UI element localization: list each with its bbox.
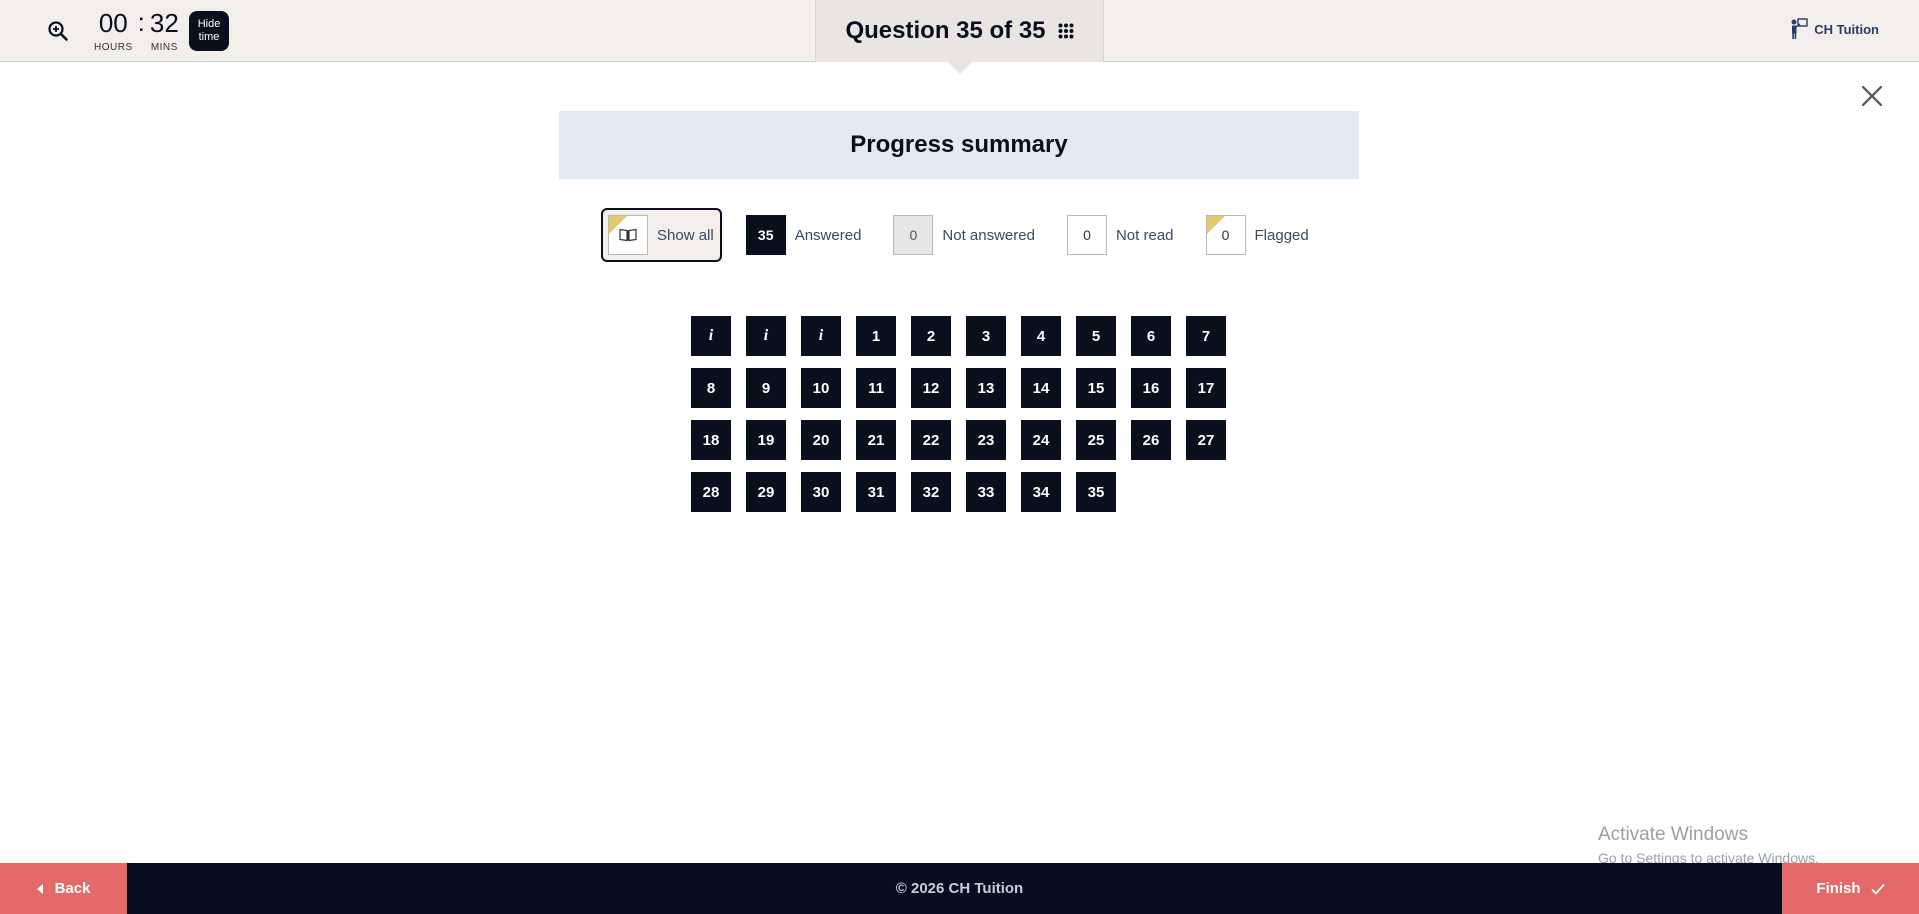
filter-flagged[interactable]: 0 Flagged bbox=[1205, 215, 1309, 255]
question-navigator-caret bbox=[948, 62, 972, 74]
question-tile-26[interactable]: 26 bbox=[1131, 420, 1171, 460]
teacher-icon bbox=[1791, 18, 1808, 39]
timer-mins-label: MINS bbox=[150, 42, 178, 53]
question-tile-27[interactable]: 27 bbox=[1186, 420, 1226, 460]
show-all-icon-box bbox=[608, 215, 648, 255]
timer-hours: 00 HOURS bbox=[94, 8, 133, 53]
flag-corner-icon bbox=[1206, 216, 1225, 234]
filter-not-read-label: Not read bbox=[1115, 226, 1174, 244]
question-tile-19[interactable]: 19 bbox=[746, 420, 786, 460]
back-arrow-icon bbox=[36, 883, 43, 894]
question-tile-2[interactable]: 2 bbox=[911, 316, 951, 356]
progress-filters: Show all 35 Answered 0 Not answered 0 No… bbox=[601, 208, 1341, 262]
question-tile-32[interactable]: 32 bbox=[911, 472, 951, 512]
question-counter: Question 35 of 35 bbox=[845, 17, 1046, 44]
question-tile-11[interactable]: 11 bbox=[856, 368, 896, 408]
question-tile-13[interactable]: 13 bbox=[966, 368, 1006, 408]
timer-mins: 32 MINS bbox=[150, 8, 179, 53]
question-tile-33[interactable]: 33 bbox=[966, 472, 1006, 512]
footer-bar: © 2026 CH Tuition Back Finish bbox=[0, 863, 1919, 914]
question-tile-9[interactable]: 9 bbox=[746, 368, 786, 408]
question-tile-8[interactable]: 8 bbox=[691, 368, 731, 408]
question-tile-7[interactable]: 7 bbox=[1186, 316, 1226, 356]
question-tile-34[interactable]: 34 bbox=[1021, 472, 1061, 512]
top-bar: 00 HOURS : 32 MINS Hide time Question 35… bbox=[0, 0, 1919, 62]
not-read-count: 0 bbox=[1066, 215, 1107, 255]
flagged-count-box: 0 bbox=[1205, 215, 1246, 255]
copyright-text: © 2026 CH Tuition bbox=[895, 880, 1024, 897]
close-icon[interactable] bbox=[1860, 84, 1884, 108]
filter-answered[interactable]: 35 Answered bbox=[745, 215, 862, 255]
info-page-tile[interactable]: i bbox=[801, 316, 841, 356]
question-tile-29[interactable]: 29 bbox=[746, 472, 786, 512]
answered-count: 35 bbox=[745, 215, 786, 255]
question-tile-4[interactable]: 4 bbox=[1021, 316, 1061, 356]
info-page-tile[interactable]: i bbox=[691, 316, 731, 356]
filter-not-answered[interactable]: 0 Not answered bbox=[893, 215, 1035, 255]
question-tile-24[interactable]: 24 bbox=[1021, 420, 1061, 460]
question-tile-25[interactable]: 25 bbox=[1076, 420, 1116, 460]
question-tile-18[interactable]: 18 bbox=[691, 420, 731, 460]
timer-hours-value: 00 bbox=[98, 8, 128, 38]
question-tile-14[interactable]: 14 bbox=[1021, 368, 1061, 408]
question-tile-35[interactable]: 35 bbox=[1076, 472, 1116, 512]
info-page-tile[interactable]: i bbox=[746, 316, 786, 356]
question-tile-28[interactable]: 28 bbox=[691, 472, 731, 512]
timer-hours-label: HOURS bbox=[94, 42, 133, 53]
filter-answered-label: Answered bbox=[794, 226, 862, 244]
watermark-line-1: Activate Windows bbox=[1598, 824, 1748, 845]
question-tile-31[interactable]: 31 bbox=[856, 472, 896, 512]
grid-icon bbox=[1058, 23, 1074, 39]
brand-logo: CH Tuition bbox=[1790, 18, 1879, 40]
windows-activation-watermark: Activate Windows Go to Settings to activ… bbox=[1598, 824, 1819, 863]
question-tile-10[interactable]: 10 bbox=[801, 368, 841, 408]
question-tile-3[interactable]: 3 bbox=[966, 316, 1006, 356]
timer: 00 HOURS : 32 MINS bbox=[94, 8, 179, 53]
brand-name: CH Tuition bbox=[1814, 21, 1879, 37]
filter-show-all[interactable]: Show all bbox=[601, 208, 722, 262]
question-tile-5[interactable]: 5 bbox=[1076, 316, 1116, 356]
question-tile-16[interactable]: 16 bbox=[1131, 368, 1171, 408]
question-tile-6[interactable]: 6 bbox=[1131, 316, 1171, 356]
question-tile-22[interactable]: 22 bbox=[911, 420, 951, 460]
question-tile-21[interactable]: 21 bbox=[856, 420, 896, 460]
filter-not-answered-label: Not answered bbox=[942, 226, 1035, 244]
question-tile-1[interactable]: 1 bbox=[856, 316, 896, 356]
hide-time-label-2: time bbox=[198, 31, 220, 43]
check-icon bbox=[1870, 883, 1885, 895]
flag-corner-icon bbox=[609, 216, 627, 234]
filter-show-all-label: Show all bbox=[657, 226, 714, 244]
question-tile-30[interactable]: 30 bbox=[801, 472, 841, 512]
filter-not-read[interactable]: 0 Not read bbox=[1066, 215, 1174, 255]
finish-button[interactable]: Finish bbox=[1782, 863, 1919, 914]
hide-time-label-1: Hide bbox=[197, 18, 221, 30]
watermark-line-2: Go to Settings to activate Windows. bbox=[1598, 850, 1819, 863]
progress-summary-title: Progress summary bbox=[559, 111, 1359, 179]
back-button-label: Back bbox=[54, 880, 91, 897]
hide-time-button[interactable]: Hide time bbox=[189, 11, 229, 51]
timer-separator: : bbox=[137, 7, 145, 37]
back-button[interactable]: Back bbox=[0, 863, 127, 914]
question-navigator-button[interactable]: Question 35 of 35 bbox=[815, 0, 1104, 62]
finish-button-label: Finish bbox=[1816, 880, 1861, 897]
question-tile-20[interactable]: 20 bbox=[801, 420, 841, 460]
question-tile-12[interactable]: 12 bbox=[911, 368, 951, 408]
question-tile-15[interactable]: 15 bbox=[1076, 368, 1116, 408]
not-answered-count: 0 bbox=[893, 215, 934, 255]
filter-flagged-label: Flagged bbox=[1254, 226, 1309, 244]
question-grid: i i i 1 2 3 4 5 6 7 8 9 10 11 12 13 14 15 16 17 18 19 20 21 22 23… bbox=[691, 316, 1226, 512]
question-tile-23[interactable]: 23 bbox=[966, 420, 1006, 460]
question-tile-17[interactable]: 17 bbox=[1186, 368, 1226, 408]
timer-mins-value: 32 bbox=[149, 8, 179, 38]
zoom-in-icon[interactable] bbox=[46, 19, 70, 43]
